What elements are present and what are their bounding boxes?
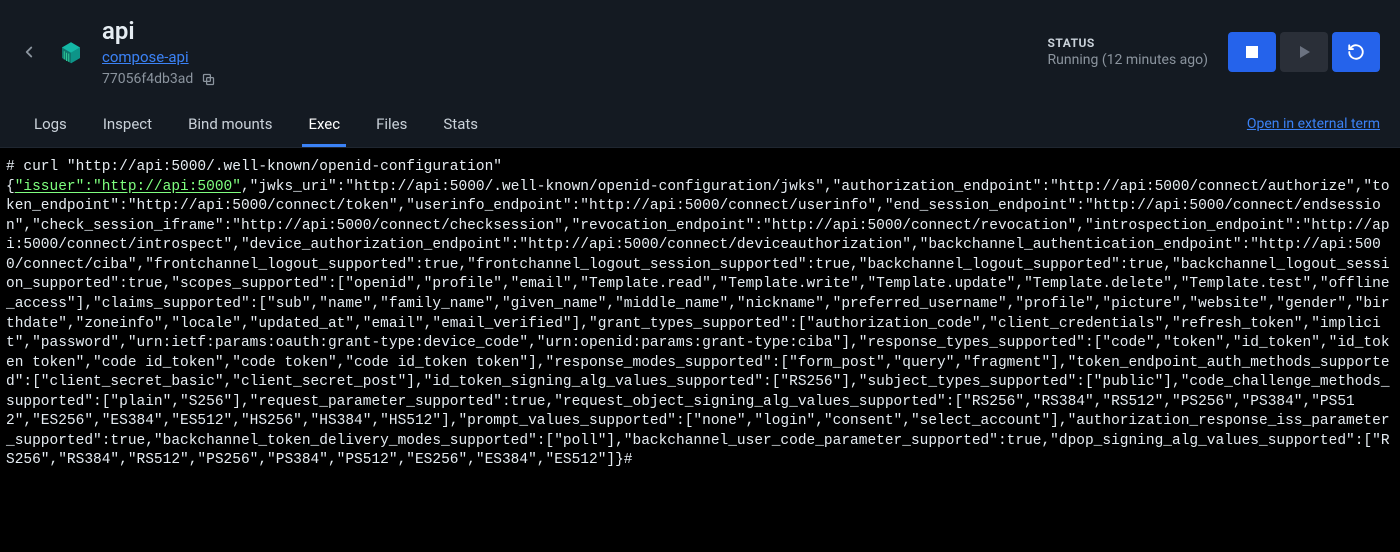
restart-button[interactable] <box>1332 32 1380 72</box>
compose-project-link[interactable]: compose-api <box>102 48 189 66</box>
open-external-terminal-link[interactable]: Open in external term <box>1247 116 1384 132</box>
status-block: STATUS Running (12 minutes ago) <box>1048 36 1208 68</box>
tab-inspect[interactable]: Inspect <box>85 101 170 147</box>
container-icon <box>56 37 86 67</box>
container-header: api compose-api 77056f4db3ad STATUS Runn… <box>0 0 1400 100</box>
title-block: api compose-api 77056f4db3ad <box>102 17 1048 88</box>
tabs-row: Logs Inspect Bind mounts Exec Files Stat… <box>0 100 1400 148</box>
status-label: STATUS <box>1048 36 1208 50</box>
tab-stats[interactable]: Stats <box>425 101 496 147</box>
stop-button[interactable] <box>1228 32 1276 72</box>
copy-id-button[interactable] <box>201 72 216 87</box>
terminal-highlight: "issuer":"http://api:5000" <box>15 179 241 195</box>
tab-logs[interactable]: Logs <box>16 101 85 147</box>
terminal-body: ,"jwks_uri":"http://api:5000/.well-known… <box>6 179 1390 469</box>
container-controls <box>1228 32 1380 72</box>
tab-bind-mounts[interactable]: Bind mounts <box>170 101 290 147</box>
container-name: api <box>102 17 1048 46</box>
terminal-output[interactable]: # curl "http://api:5000/.well-known/open… <box>0 148 1400 552</box>
container-id: 77056f4db3ad <box>102 71 193 87</box>
status-text: Running (12 minutes ago) <box>1048 52 1208 68</box>
terminal-prompt-line: # curl "http://api:5000/.well-known/open… <box>6 159 502 175</box>
tab-files[interactable]: Files <box>358 101 425 147</box>
tab-exec[interactable]: Exec <box>290 101 358 147</box>
back-button[interactable] <box>20 43 38 61</box>
start-button[interactable] <box>1280 32 1328 72</box>
